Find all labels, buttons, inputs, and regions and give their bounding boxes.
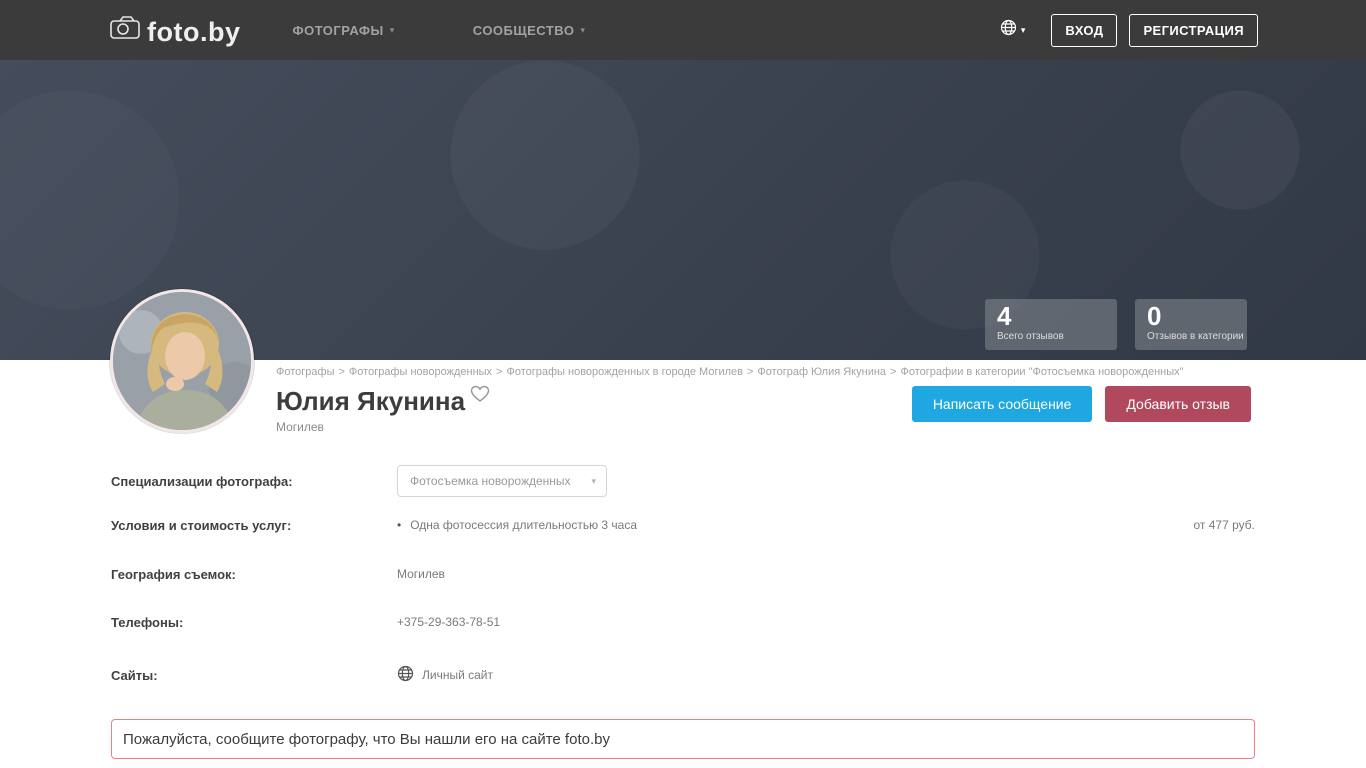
personal-site-link[interactable]: Личный сайт	[397, 665, 493, 685]
menu-item-label: ФОТОГРАФЫ	[292, 23, 383, 38]
avatar-image	[113, 292, 254, 433]
logo-text: foto.by	[147, 19, 240, 45]
breadcrumb-link[interactable]: Фотографы новорожденных в городе Могилев	[506, 366, 743, 378]
logo[interactable]: foto.by	[110, 15, 240, 45]
chevron-down-icon: ▾	[390, 25, 395, 36]
detail-row-specializations: Специализации фотографа: Фотосъемка ново…	[111, 465, 1255, 497]
navbar-right: ▾ ВХОД РЕГИСТРАЦИЯ	[1000, 14, 1366, 47]
write-message-button[interactable]: Написать сообщение	[912, 386, 1093, 422]
breadcrumb: Фотографы > Фотографы новорожденных > Фотогр…	[276, 366, 1184, 378]
chevron-down-icon: ▾	[1021, 25, 1026, 36]
language-selector[interactable]: ▾	[1000, 19, 1026, 41]
site-link-label: Личный сайт	[422, 668, 493, 682]
breadcrumb-separator: >	[747, 366, 753, 378]
add-review-button[interactable]: Добавить отзыв	[1105, 386, 1251, 422]
breadcrumb-separator: >	[890, 366, 896, 378]
detail-row-sites: Сайты: Личный сайт	[111, 662, 1255, 688]
stat-label: Всего отзывов	[997, 331, 1105, 342]
avatar	[110, 289, 254, 433]
breadcrumb-separator: >	[338, 366, 344, 378]
geography-value: Могилев	[397, 567, 445, 581]
heart-icon[interactable]	[470, 385, 490, 408]
profile-city: Могилев	[276, 420, 324, 434]
login-button[interactable]: ВХОД	[1051, 14, 1117, 47]
specialization-select[interactable]: Фотосъемка новорожденных ▾	[397, 465, 607, 497]
navbar: foto.by ФОТОГРАФЫ ▾ СООБЩЕСТВО ▾ ▾ ВХОД …	[0, 0, 1366, 60]
profile-header: Юлия Якунина	[276, 387, 490, 415]
globe-icon	[397, 665, 414, 685]
stat-label: Отзывов в категории	[1147, 331, 1235, 342]
profile-actions: Написать сообщение Добавить отзыв	[912, 386, 1251, 422]
pricing-item: Одна фотосессия длительностью 3 часа	[410, 518, 637, 532]
breadcrumb-link[interactable]: Фотографы	[276, 366, 334, 378]
stat-value: 0	[1147, 302, 1235, 330]
detail-label: Специализации фотографа:	[111, 474, 397, 489]
notice-text: Пожалуйста, сообщите фотографу, что Вы н…	[123, 731, 610, 748]
main-menu: ФОТОГРАФЫ ▾ СООБЩЕСТВО ▾	[292, 23, 585, 38]
breadcrumb-separator: >	[496, 366, 502, 378]
stat-category-reviews: 0 Отзывов в категории	[1135, 299, 1247, 350]
breadcrumb-link[interactable]: Фотографы новорожденных	[349, 366, 492, 378]
selected-option: Фотосъемка новорожденных	[410, 474, 571, 488]
menu-item-label: СООБЩЕСТВО	[473, 23, 575, 38]
detail-label: Телефоны:	[111, 615, 397, 630]
bullet-icon: •	[397, 518, 401, 532]
menu-item-community[interactable]: СООБЩЕСТВО ▾	[473, 23, 586, 38]
menu-item-photographers[interactable]: ФОТОГРАФЫ ▾	[292, 23, 394, 38]
profile-details: Специализации фотографа: Фотосъемка ново…	[111, 465, 1255, 719]
chevron-down-icon: ▾	[591, 476, 596, 487]
page-title: Юлия Якунина	[276, 387, 465, 415]
detail-label: Условия и стоимость услуг:	[111, 518, 397, 533]
chevron-down-icon: ▾	[580, 25, 585, 36]
camera-icon	[110, 15, 140, 45]
breadcrumb-link[interactable]: Фотографии в категории "Фотосъемка новор…	[900, 366, 1183, 378]
detail-row-phones: Телефоны: +375-29-363-78-51	[111, 612, 1255, 632]
pricing-value: от 477 руб.	[1194, 518, 1255, 532]
detail-label: География съемок:	[111, 567, 397, 582]
globe-icon	[1000, 19, 1017, 41]
stat-value: 4	[997, 302, 1105, 330]
detail-row-pricing: Условия и стоимость услуг: • Одна фотосес…	[111, 515, 1255, 535]
register-button[interactable]: РЕГИСТРАЦИЯ	[1129, 14, 1258, 47]
phone-value: +375-29-363-78-51	[397, 615, 500, 629]
detail-label: Сайты:	[111, 668, 397, 683]
stat-total-reviews: 4 Всего отзывов	[985, 299, 1117, 350]
notice-banner: Пожалуйста, сообщите фотографу, что Вы н…	[111, 719, 1255, 759]
detail-row-geography: География съемок: Могилев	[111, 564, 1255, 584]
breadcrumb-link[interactable]: Фотограф Юлия Якунина	[757, 366, 886, 378]
